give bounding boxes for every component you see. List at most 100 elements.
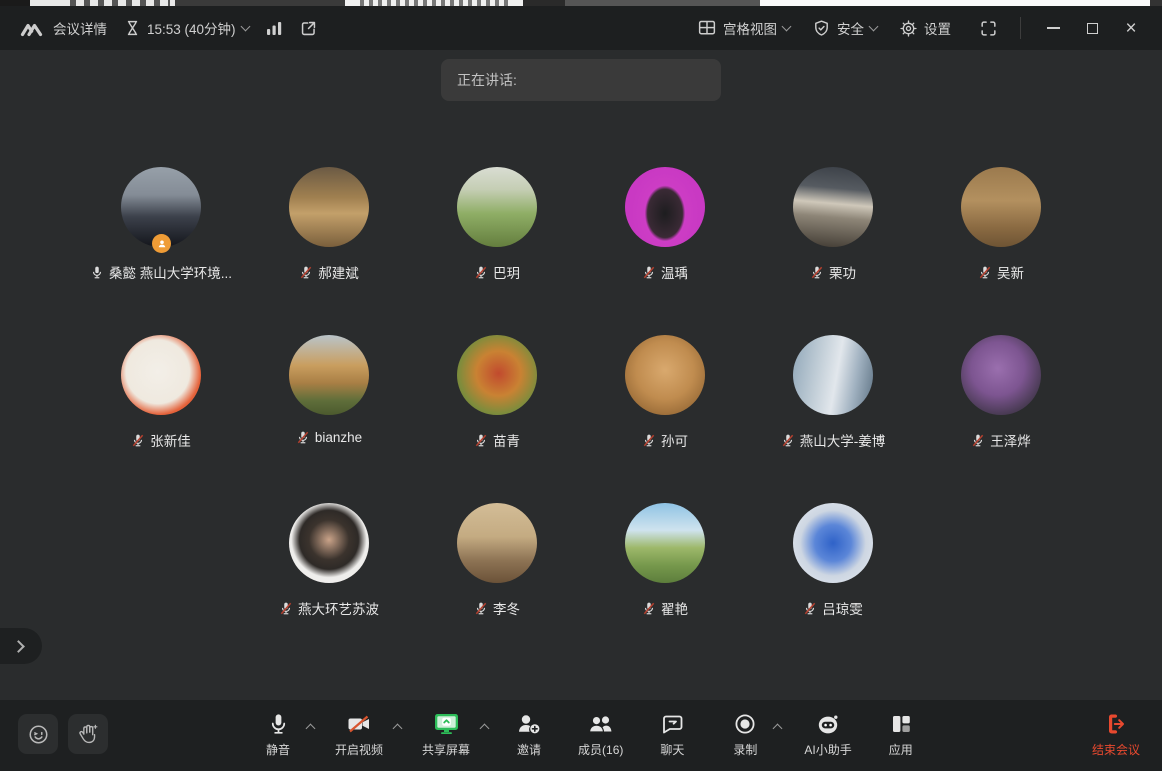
- end-meeting-button[interactable]: 结束会议: [1092, 710, 1140, 758]
- timer-label: 15:53 (40分钟): [147, 18, 236, 38]
- mic-muted-icon: [131, 433, 145, 448]
- mic-muted-icon: [642, 265, 656, 280]
- chat-icon: [660, 710, 685, 736]
- meeting-timer[interactable]: 15:53 (40分钟): [124, 18, 249, 38]
- avatar: [121, 335, 201, 415]
- meeting-grid: 正在讲话: 桑懿 燕山大学环境... 郝建斌: [0, 50, 1162, 700]
- share-screen-label: 共享屏幕: [422, 741, 470, 758]
- mic-muted-icon: [642, 433, 656, 448]
- mic-muted-icon: [803, 601, 817, 616]
- avatar: [793, 503, 873, 583]
- avatar: [793, 167, 873, 247]
- minimize-button[interactable]: [1038, 13, 1068, 43]
- emoji-reaction-button[interactable]: [18, 714, 58, 754]
- participant-name: 孙可: [661, 430, 688, 450]
- participant-tile[interactable]: 吕琼雯: [749, 503, 917, 618]
- chevron-up-icon[interactable]: [480, 724, 490, 734]
- mute-button[interactable]: 静音: [260, 710, 296, 758]
- participant-name: bianzhe: [315, 430, 362, 445]
- apps-button[interactable]: 应用: [883, 710, 919, 758]
- share-screen-button[interactable]: 共享屏幕: [422, 710, 470, 758]
- maximize-button[interactable]: [1077, 13, 1107, 43]
- avatar: [289, 167, 369, 247]
- avatar: [289, 335, 369, 415]
- participant-tile[interactable]: 燕大环艺苏波: [245, 503, 413, 618]
- avatar: [289, 503, 369, 583]
- raised-hand-icon: [76, 722, 100, 746]
- participant-tile[interactable]: 巴玥: [413, 167, 581, 282]
- shield-check-icon: [812, 19, 831, 38]
- chevron-up-icon[interactable]: [773, 724, 783, 734]
- security-button[interactable]: 安全: [812, 18, 877, 38]
- participant-tile[interactable]: 孙可: [581, 335, 749, 450]
- end-meeting-icon: [1103, 710, 1129, 736]
- invite-button[interactable]: 邀请: [511, 710, 547, 758]
- participant-name: 吕琼雯: [822, 598, 863, 618]
- participant-tile[interactable]: 桑懿 燕山大学环境...: [77, 167, 245, 282]
- avatar: [625, 335, 705, 415]
- expand-panel-button[interactable]: [0, 628, 42, 664]
- close-button[interactable]: ×: [1116, 13, 1146, 43]
- network-signal-icon[interactable]: [266, 20, 284, 36]
- avatar: [457, 167, 537, 247]
- ai-assistant-button[interactable]: AI小助手: [804, 710, 851, 758]
- chat-label: 聊天: [660, 741, 684, 758]
- ai-assistant-label: AI小助手: [804, 741, 851, 758]
- mic-muted-icon: [781, 433, 795, 448]
- meeting-details-button[interactable]: 会议详情: [53, 18, 107, 38]
- chevron-up-icon[interactable]: [306, 724, 316, 734]
- participant-tile[interactable]: 吴新: [917, 167, 1085, 282]
- titlebar: 会议详情 15:53 (40分钟): [0, 6, 1162, 50]
- participant-name: 桑懿 燕山大学环境...: [109, 262, 232, 282]
- settings-button[interactable]: 设置: [899, 18, 951, 38]
- host-badge-icon: [152, 234, 171, 253]
- record-icon: [733, 710, 757, 736]
- avatar: [457, 503, 537, 583]
- security-label: 安全: [837, 18, 864, 38]
- participant-tile[interactable]: 燕山大学-姜博: [749, 335, 917, 450]
- participant-name: 燕山大学-姜博: [800, 430, 886, 450]
- participant-tile[interactable]: 张新佳: [77, 335, 245, 450]
- chat-button[interactable]: 聊天: [654, 710, 690, 758]
- participant-tile[interactable]: 翟艳: [581, 503, 749, 618]
- participant-name: 张新佳: [150, 430, 191, 450]
- participant-tile[interactable]: 苗青: [413, 335, 581, 450]
- start-video-button[interactable]: 开启视频: [335, 710, 383, 758]
- bottom-toolbar: 静音 开启视频 共享屏幕: [0, 700, 1162, 771]
- fullscreen-button[interactable]: [973, 13, 1003, 43]
- hourglass-icon: [124, 19, 141, 37]
- chevron-down-icon: [782, 21, 792, 31]
- mic-muted-icon: [279, 601, 293, 616]
- participant-tile[interactable]: 栗功: [749, 167, 917, 282]
- chevron-up-icon[interactable]: [393, 724, 403, 734]
- participant-tile[interactable]: 郝建斌: [245, 167, 413, 282]
- participant-name: 温瑀: [661, 262, 688, 282]
- app-logo-icon: [20, 19, 44, 38]
- participant-name: 王泽烨: [990, 430, 1031, 450]
- avatar: [625, 503, 705, 583]
- settings-label: 设置: [924, 18, 951, 38]
- participant-tile[interactable]: 李冬: [413, 503, 581, 618]
- popout-icon[interactable]: [299, 19, 318, 38]
- close-icon: ×: [1125, 19, 1136, 38]
- members-label: 成员(16): [578, 741, 623, 758]
- raise-hand-button[interactable]: [68, 714, 108, 754]
- mute-label: 静音: [266, 741, 290, 758]
- mic-on-icon: [90, 265, 104, 280]
- participant-tile[interactable]: 王泽烨: [917, 335, 1085, 450]
- avatar: [961, 167, 1041, 247]
- speaking-label: 正在讲话:: [457, 70, 517, 90]
- smiley-icon: [27, 723, 50, 746]
- participant-tile[interactable]: 温瑀: [581, 167, 749, 282]
- participant-name: 郝建斌: [318, 262, 359, 282]
- participant-name: 李冬: [493, 598, 520, 618]
- mic-muted-icon: [810, 265, 824, 280]
- participant-tile[interactable]: bianzhe: [245, 335, 413, 450]
- apps-grid-icon: [889, 710, 913, 736]
- view-mode-button[interactable]: 宫格视图: [697, 18, 790, 38]
- members-button[interactable]: 成员(16): [578, 710, 623, 758]
- mic-muted-icon: [642, 601, 656, 616]
- record-button[interactable]: 录制: [727, 710, 763, 758]
- ai-assistant-icon: [815, 710, 842, 736]
- view-mode-label: 宫格视图: [723, 18, 777, 38]
